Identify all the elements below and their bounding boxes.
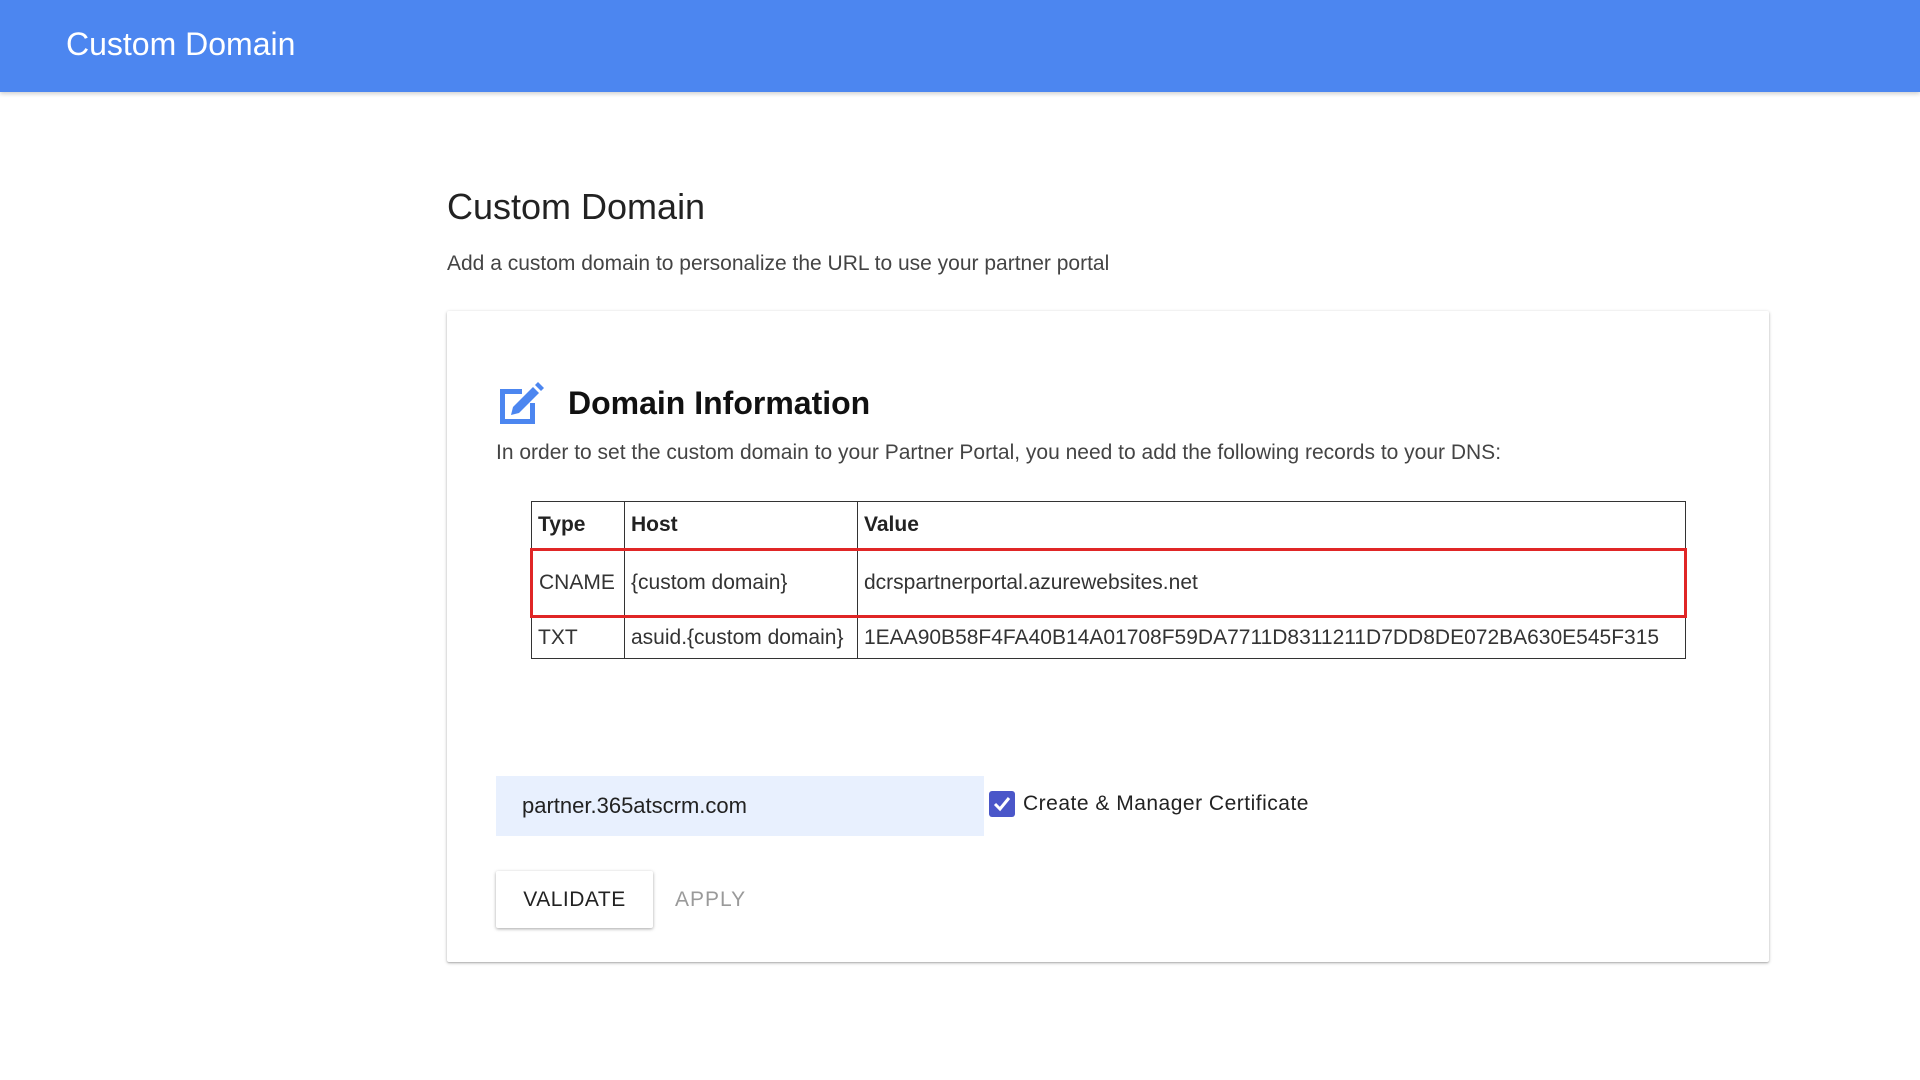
dns-records-table: Type Host Value CNAME {custom domain} dc… (530, 501, 1687, 659)
domain-information-card: Domain Information In order to set the c… (447, 311, 1769, 962)
column-header-host: Host (624, 501, 858, 550)
page-title: Custom Domain (447, 186, 706, 227)
cell-type: TXT (531, 616, 625, 659)
cell-host: asuid.{custom domain} (624, 616, 858, 659)
table-row-cname: CNAME {custom domain} dcrspartnerportal.… (530, 548, 1687, 618)
card-title: Domain Information (568, 384, 871, 421)
card-description: In order to set the custom domain to you… (496, 441, 1502, 464)
cell-host: {custom domain} (624, 548, 858, 618)
cell-value: dcrspartnerportal.azurewebsites.net (857, 548, 1687, 618)
table-row-txt: TXT asuid.{custom domain} 1EAA90B58F4FA4… (531, 616, 1686, 659)
page-subtitle: Add a custom domain to personalize the U… (447, 252, 1110, 275)
column-header-value: Value (857, 501, 1686, 550)
create-certificate-checkbox[interactable]: Create & Manager Certificate (989, 791, 1309, 817)
custom-domain-input[interactable] (496, 776, 984, 836)
card-header: Domain Information (496, 381, 870, 425)
table-header-row: Type Host Value (531, 501, 1686, 550)
checkbox-checked-icon[interactable] (989, 791, 1015, 817)
cell-value: 1EAA90B58F4FA40B14A01708F59DA7711D831121… (857, 616, 1686, 659)
column-header-type: Type (531, 501, 625, 550)
apply-button[interactable]: APPLY (669, 871, 752, 928)
create-certificate-label: Create & Manager Certificate (1023, 792, 1309, 815)
edit-icon (496, 381, 544, 425)
app-bar: Custom Domain (0, 0, 1920, 92)
cell-type: CNAME (530, 548, 625, 618)
app-bar-title: Custom Domain (66, 26, 296, 62)
validate-button[interactable]: VALIDATE (496, 871, 653, 928)
